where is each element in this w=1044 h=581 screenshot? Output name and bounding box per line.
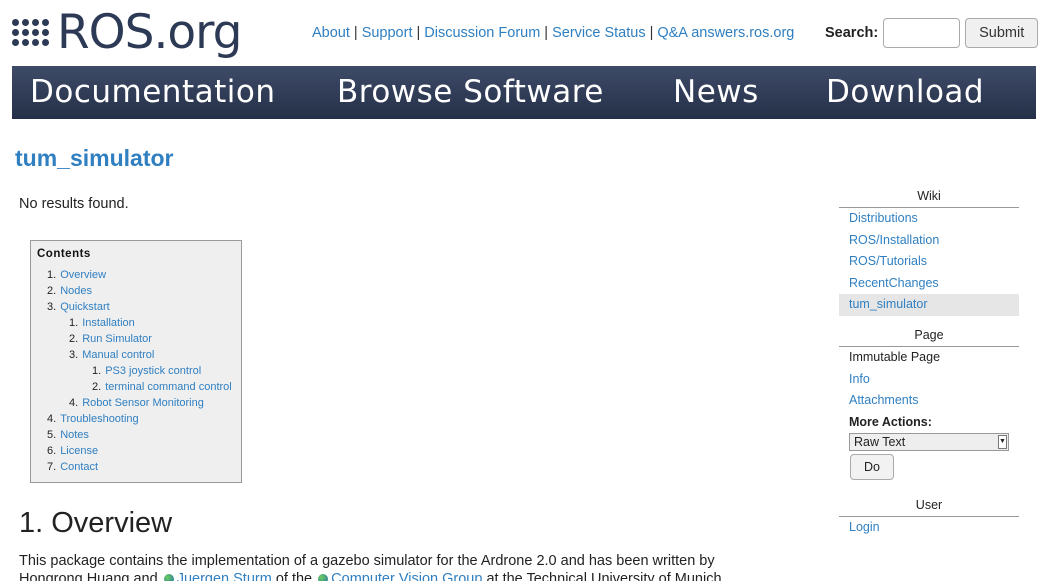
toc-item: 1. PS3 joystick control xyxy=(92,365,202,377)
toc-link-terminal-command[interactable]: terminal command control xyxy=(105,381,232,393)
sidebar-item-recent-changes[interactable]: RecentChanges xyxy=(839,273,1019,295)
globe-icon xyxy=(163,574,174,581)
nav-download[interactable]: Download xyxy=(826,74,984,110)
main-navbar: Documentation Browse Software News Downl… xyxy=(12,66,1036,119)
toc-item: 2. Run Simulator xyxy=(69,333,152,345)
sidebar-wiki: Wiki Distributions ROS/Installation ROS/… xyxy=(839,189,1019,316)
toc-link-contact[interactable]: Contact xyxy=(60,461,98,473)
toc-item: 2. terminal command control xyxy=(92,381,232,393)
toc-link-troubleshooting[interactable]: Troubleshooting xyxy=(60,413,138,425)
search-form: Search: Submit xyxy=(825,18,1039,48)
more-actions-select[interactable]: Raw Text ▼ xyxy=(849,433,1009,451)
toc-title: Contents xyxy=(37,248,91,260)
overview-paragraph: This package contains the implementation… xyxy=(19,552,779,581)
ros-logo[interactable]: ROS.org xyxy=(12,4,243,60)
qa-answers-link[interactable]: Q&A answers.ros.org xyxy=(657,25,794,41)
toc-item: 1. Overview xyxy=(47,269,107,281)
toc-item: 7. Contact xyxy=(47,461,99,473)
sidebar-item-attachments[interactable]: Attachments xyxy=(839,390,1019,412)
toc-link-notes[interactable]: Notes xyxy=(60,429,89,441)
toc-item: 3. Manual control xyxy=(69,349,155,361)
sidebar-item-ros-installation[interactable]: ROS/Installation xyxy=(839,230,1019,252)
sidebar-wiki-heading: Wiki xyxy=(839,189,1019,208)
toc-link-nodes[interactable]: Nodes xyxy=(60,285,92,297)
sidebar-item-distributions[interactable]: Distributions xyxy=(839,208,1019,230)
chevron-down-icon: ▼ xyxy=(998,435,1007,449)
toc-link-overview[interactable]: Overview xyxy=(60,269,106,281)
more-actions-select-value: Raw Text xyxy=(854,435,906,449)
do-button[interactable]: Do xyxy=(850,454,894,480)
toc-link-quickstart[interactable]: Quickstart xyxy=(60,301,110,313)
toc-link-manual-control[interactable]: Manual control xyxy=(82,349,154,361)
sidebar-user-heading: User xyxy=(839,498,1019,517)
computer-vision-group-link[interactable]: Computer Vision Group xyxy=(331,571,482,581)
table-of-contents: Contents 1. Overview 2. Nodes 3. Quickstart… xyxy=(30,240,242,483)
nav-news[interactable]: News xyxy=(673,74,759,110)
toc-link-robot-sensor[interactable]: Robot Sensor Monitoring xyxy=(82,397,204,409)
nav-documentation[interactable]: Documentation xyxy=(30,74,275,110)
no-results-text: No results found. xyxy=(19,196,129,212)
sidebar-user: User Login xyxy=(839,498,1019,539)
toc-item: 2. Nodes xyxy=(47,285,92,297)
nav-browse-software[interactable]: Browse Software xyxy=(337,74,604,110)
page-title[interactable]: tum_simulator xyxy=(15,145,173,172)
discussion-forum-link[interactable]: Discussion Forum xyxy=(424,25,540,41)
logo-dots-icon xyxy=(12,18,49,46)
toc-link-license[interactable]: License xyxy=(60,445,98,457)
toc-link-run-simulator[interactable]: Run Simulator xyxy=(82,333,152,345)
more-actions-label: More Actions: xyxy=(849,414,932,429)
search-submit-button[interactable]: Submit xyxy=(965,18,1039,48)
toc-link-installation[interactable]: Installation xyxy=(82,317,135,329)
toc-item: 4. Troubleshooting xyxy=(47,413,139,425)
toc-item: 4. Robot Sensor Monitoring xyxy=(69,397,204,409)
immutable-page-text: Immutable Page xyxy=(849,350,941,364)
sidebar-item-login[interactable]: Login xyxy=(839,517,1019,539)
search-input[interactable] xyxy=(883,18,961,48)
sidebar-page-heading: Page xyxy=(839,328,1019,347)
logo-text: ROS.org xyxy=(57,4,243,60)
toc-item: 5. Notes xyxy=(47,429,89,441)
service-status-link[interactable]: Service Status xyxy=(552,25,646,41)
toc-item: 6. License xyxy=(47,445,99,457)
juergen-sturm-link[interactable]: Juergen Sturm xyxy=(177,571,272,581)
globe-icon xyxy=(318,574,329,581)
top-links: About | Support | Discussion Forum | Service S… xyxy=(312,25,795,41)
sidebar-page: Page Immutable Page Info Attachments Mor… xyxy=(839,328,1019,480)
section-heading-overview: 1. Overview xyxy=(19,507,173,539)
sidebar-item-ros-tutorials[interactable]: ROS/Tutorials xyxy=(839,251,1019,273)
search-label: Search: xyxy=(825,25,879,41)
toc-item: 1. Installation xyxy=(69,317,135,329)
support-link[interactable]: Support xyxy=(362,25,413,41)
toc-link-ps3-joystick[interactable]: PS3 joystick control xyxy=(105,365,201,377)
sidebar-item-info[interactable]: Info xyxy=(839,369,1019,391)
toc-item: 3. Quickstart xyxy=(47,301,110,313)
sidebar-item-tum-simulator[interactable]: tum_simulator xyxy=(839,294,1019,316)
about-link[interactable]: About xyxy=(312,25,350,41)
